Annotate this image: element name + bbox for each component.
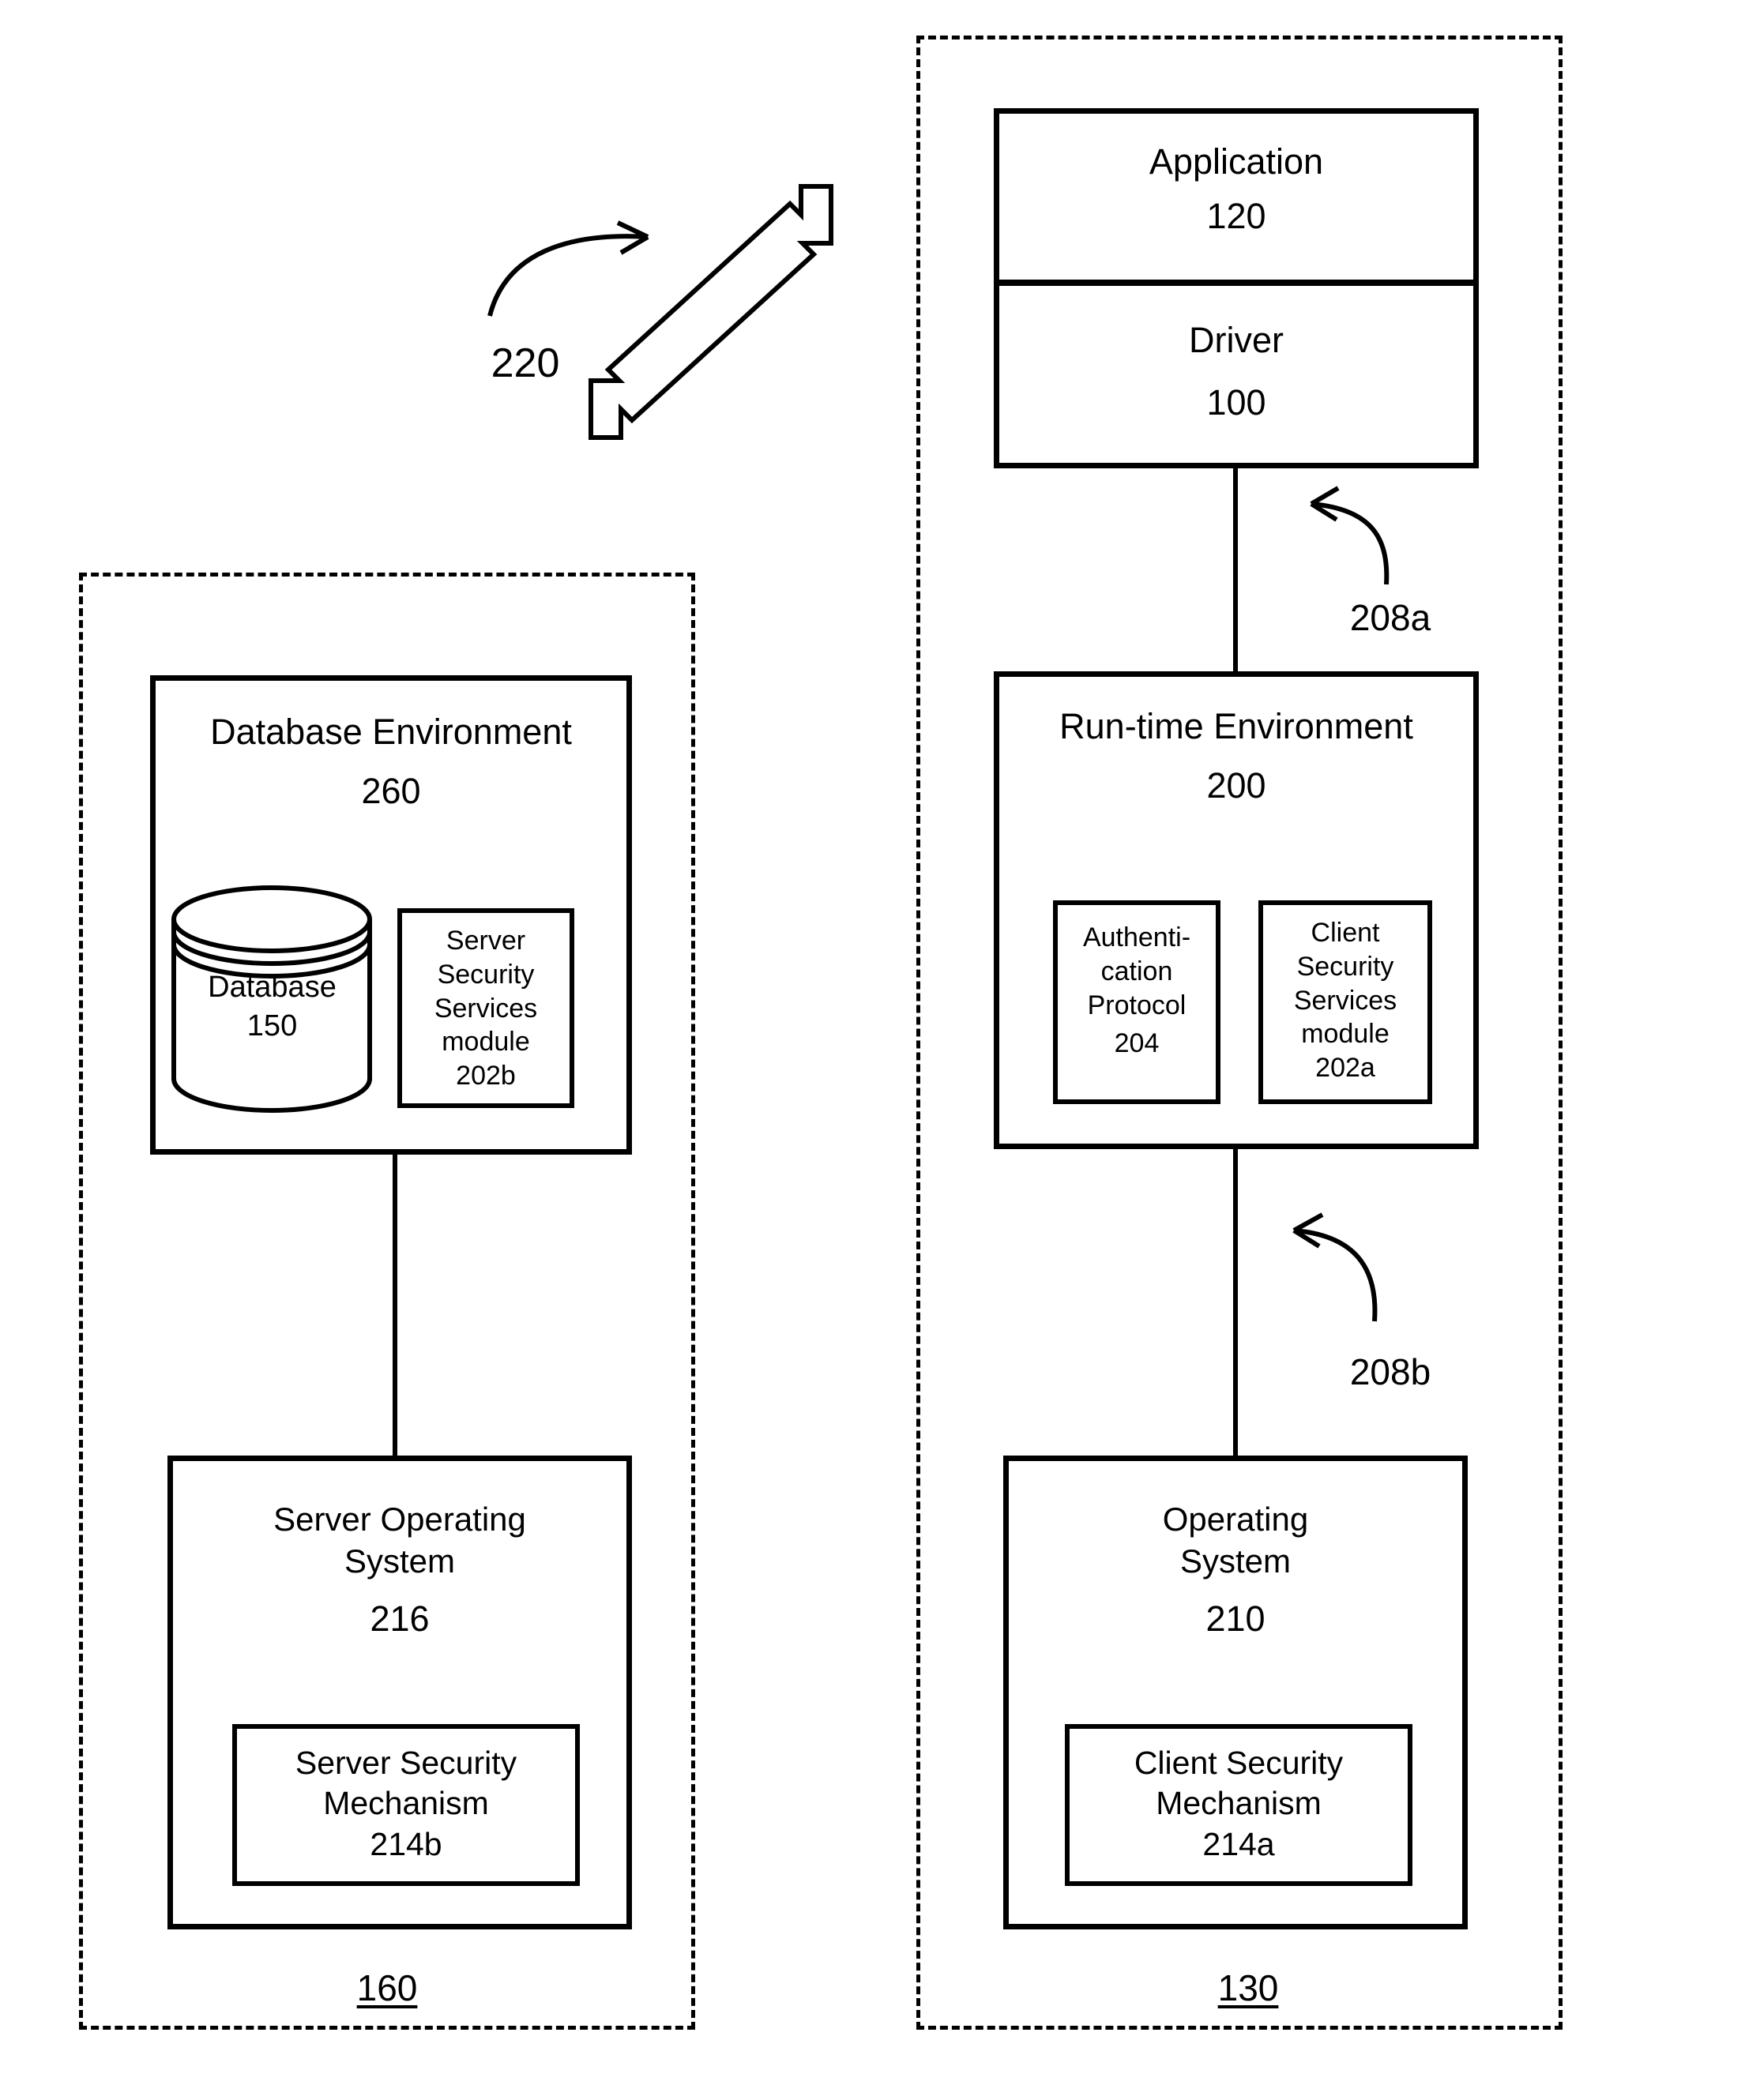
callout-arrow-220 — [482, 220, 679, 324]
driver-box: Driver 100 — [994, 280, 1479, 468]
callout-label-208b: 208b — [1349, 1351, 1431, 1392]
csm-line-0: Client — [1311, 918, 1380, 948]
client-side-ref-label: 130 — [1217, 1967, 1279, 2008]
callout-arrow-208a — [1296, 478, 1454, 588]
csm-ref: 202a — [1315, 1053, 1375, 1084]
database-ref: 150 — [246, 1009, 298, 1043]
server-security-mechanism-box: Server Security Mechanism 214b — [232, 1724, 580, 1886]
os-line-1: System — [1179, 1542, 1292, 1580]
csmech-line-1: Mechanism — [1156, 1785, 1322, 1822]
database-cylinder-icon: Database 150 — [167, 883, 377, 1115]
csm-line-3: module — [1301, 1019, 1390, 1050]
client-security-services-module-box: Client Security Services module 202a — [1258, 900, 1432, 1104]
auth-line-2: Protocol — [1087, 990, 1187, 1020]
ssmech-line-0: Server Security — [295, 1745, 517, 1781]
application-title: Application — [1149, 141, 1324, 182]
ssm-line-0: Server — [446, 926, 526, 956]
client-security-mechanism-box: Client Security Mechanism 214a — [1065, 1724, 1412, 1886]
auth-line-1: cation — [1100, 956, 1173, 986]
csm-line-2: Services — [1293, 985, 1397, 1016]
ssmech-line-1: Mechanism — [323, 1785, 489, 1822]
connector-db-env-to-server-os — [393, 1151, 397, 1459]
csmech-line-0: Client Security — [1134, 1745, 1344, 1781]
ssmech-ref: 214b — [370, 1825, 442, 1862]
csmech-ref: 214a — [1202, 1825, 1275, 1862]
patent-figure-canvas: Database Environment 260 Database 150 Se… — [0, 0, 1745, 2100]
connector-runtime-to-os — [1233, 1147, 1238, 1459]
application-box: Application 120 — [994, 108, 1479, 285]
csm-line-1: Security — [1296, 951, 1394, 982]
ssm-line-2: Services — [434, 993, 538, 1024]
ssm-line-3: module — [442, 1027, 530, 1058]
ssm-ref: 202b — [456, 1061, 516, 1091]
server-os-ref: 216 — [370, 1598, 430, 1639]
callout-arrow-208b — [1280, 1208, 1438, 1327]
database-environment-ref: 260 — [361, 770, 421, 811]
driver-ref: 100 — [1206, 381, 1266, 423]
auth-ref: 204 — [1114, 1028, 1160, 1059]
authentication-protocol-box: Authenti- cation Protocol 204 — [1053, 900, 1220, 1104]
server-os-line-1: System — [344, 1542, 456, 1580]
auth-line-0: Authenti- — [1082, 922, 1191, 952]
runtime-environment-title: Run-time Environment — [1059, 706, 1413, 746]
application-ref: 120 — [1206, 195, 1266, 236]
ssm-line-1: Security — [437, 959, 535, 990]
callout-label-208a: 208a — [1349, 597, 1431, 638]
os-line-0: Operating — [1162, 1501, 1309, 1538]
runtime-environment-ref: 200 — [1206, 764, 1266, 806]
database-environment-title: Database Environment — [210, 712, 572, 752]
database-label: Database — [208, 971, 337, 1004]
connector-driver-to-runtime — [1233, 466, 1238, 673]
server-os-line-0: Server Operating — [273, 1501, 526, 1538]
driver-title: Driver — [1189, 320, 1284, 360]
server-security-services-module-box: Server Security Services module 202b — [397, 908, 574, 1108]
server-side-ref-label: 160 — [356, 1967, 418, 2008]
os-ref: 210 — [1205, 1598, 1266, 1639]
interconnect-ref-label: 220 — [491, 340, 560, 386]
